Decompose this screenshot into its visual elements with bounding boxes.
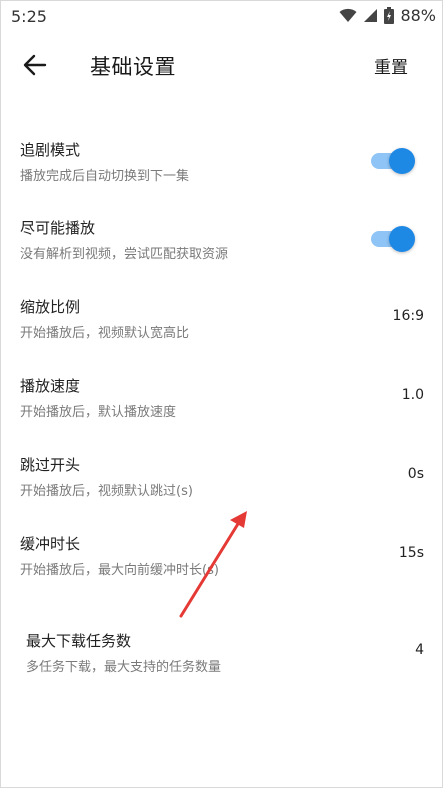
setting-title: 缓冲时长: [20, 535, 81, 553]
setting-aspect-ratio[interactable]: 缩放比例 开始播放后，视频默认宽高比 16:9: [1, 296, 443, 366]
setting-title: 缩放比例: [20, 298, 81, 316]
skip-intro-value: 0s: [407, 466, 424, 482]
wifi-icon: [339, 8, 357, 23]
binge-mode-toggle[interactable]: [369, 148, 415, 174]
setting-description: 开始播放后，最大向前缓冲时长(s): [20, 563, 219, 578]
status-time: 5:25: [11, 7, 47, 26]
setting-binge-mode[interactable]: 追剧模式 播放完成后自动切换到下一集: [1, 139, 443, 209]
battery-percent: 88%: [400, 6, 436, 25]
status-icons: 88%: [339, 6, 436, 25]
back-button[interactable]: [21, 51, 49, 79]
setting-title: 播放速度: [20, 377, 81, 395]
setting-description: 没有解析到视频，尝试匹配获取资源: [20, 247, 229, 262]
battery-icon: [384, 7, 395, 24]
signal-icon: [363, 8, 378, 23]
setting-buffer-duration[interactable]: 缓冲时长 开始播放后，最大向前缓冲时长(s) 15s: [1, 533, 443, 603]
playback-speed-value: 1.0: [401, 387, 424, 403]
play-if-possible-toggle[interactable]: [369, 226, 415, 252]
buffer-duration-value: 15s: [398, 545, 424, 561]
setting-description: 多任务下载，最大支持的任务数量: [26, 660, 222, 675]
setting-play-if-possible[interactable]: 尽可能播放 没有解析到视频，尝试匹配获取资源: [1, 217, 443, 287]
aspect-ratio-value: 16:9: [392, 308, 424, 324]
reset-button[interactable]: 重置: [374, 53, 408, 78]
settings-screen: 5:25 88% 基础设置 重置 追剧模式 播放完成后自动切换到下一集 尽可能播…: [0, 0, 443, 788]
setting-title: 尽可能播放: [20, 219, 96, 237]
toggle-thumb: [389, 148, 415, 174]
setting-description: 播放完成后自动切换到下一集: [20, 169, 190, 184]
setting-max-download-tasks[interactable]: 最大下载任务数 多任务下载，最大支持的任务数量 4: [1, 630, 443, 700]
setting-description: 开始播放后，默认播放速度: [20, 405, 177, 420]
setting-playback-speed[interactable]: 播放速度 开始播放后，默认播放速度 1.0: [1, 375, 443, 445]
setting-title: 追剧模式: [20, 141, 81, 159]
toggle-thumb: [389, 226, 415, 252]
setting-title: 跳过开头: [20, 456, 81, 474]
app-bar: 基础设置 重置: [1, 41, 443, 89]
max-download-tasks-value: 4: [415, 642, 424, 658]
setting-title: 最大下载任务数: [26, 632, 132, 650]
status-bar: 5:25 88%: [1, 1, 443, 33]
page-title: 基础设置: [90, 55, 176, 79]
setting-description: 开始播放后，视频默认宽高比: [20, 326, 190, 341]
back-arrow-icon: [23, 54, 47, 76]
setting-description: 开始播放后，视频默认跳过(s): [20, 484, 193, 499]
setting-skip-intro[interactable]: 跳过开头 开始播放后，视频默认跳过(s) 0s: [1, 454, 443, 524]
